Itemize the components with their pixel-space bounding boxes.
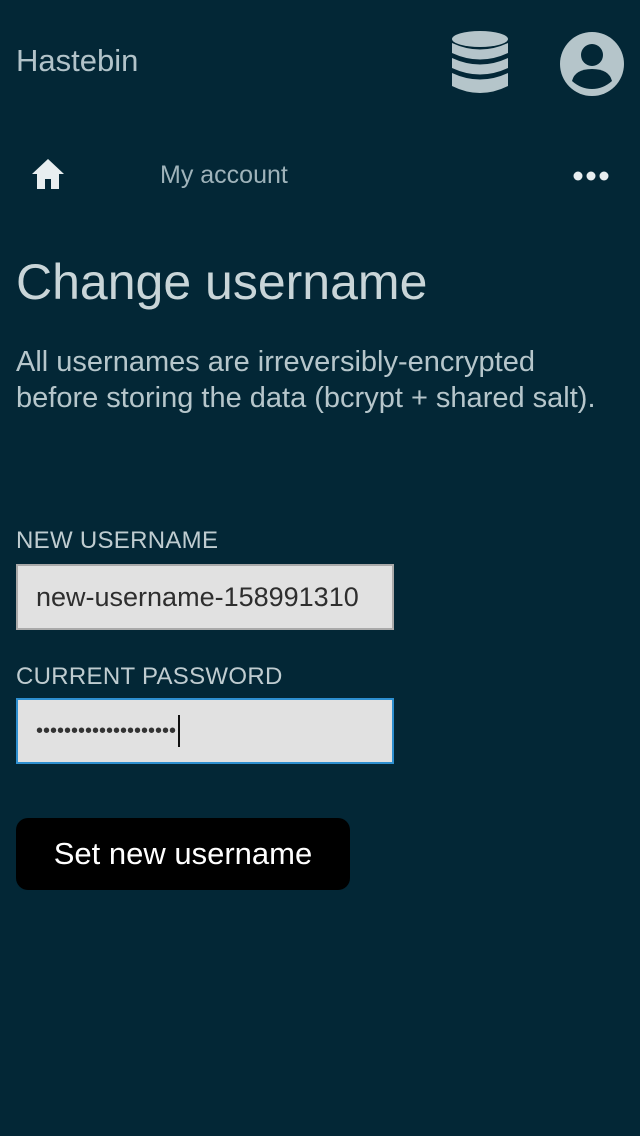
page-title: Change username xyxy=(16,254,428,310)
home-button[interactable] xyxy=(24,150,72,198)
password-mask: •••••••••••••••••••• xyxy=(36,719,177,742)
account-button[interactable] xyxy=(558,30,626,98)
new-username-label: NEW USERNAME xyxy=(16,527,219,554)
new-username-input[interactable] xyxy=(16,564,394,630)
database-button[interactable] xyxy=(448,30,512,98)
more-options-button[interactable] xyxy=(566,152,618,200)
account-circle-icon xyxy=(560,32,624,96)
set-new-username-button[interactable]: Set new username xyxy=(16,818,350,890)
app-title[interactable]: Hastebin xyxy=(16,42,138,80)
text-caret xyxy=(178,715,181,747)
database-icon xyxy=(452,31,508,93)
more-horizontal-icon xyxy=(573,171,609,181)
my-account-link[interactable]: My account xyxy=(160,160,288,190)
current-password-input[interactable]: •••••••••••••••••••• xyxy=(16,698,394,764)
current-password-label: CURRENT PASSWORD xyxy=(16,663,283,690)
home-icon xyxy=(32,159,64,189)
page-description: All usernames are irreversibly-encrypted… xyxy=(16,346,596,414)
page: Hastebin My account Change username All … xyxy=(0,0,640,1136)
